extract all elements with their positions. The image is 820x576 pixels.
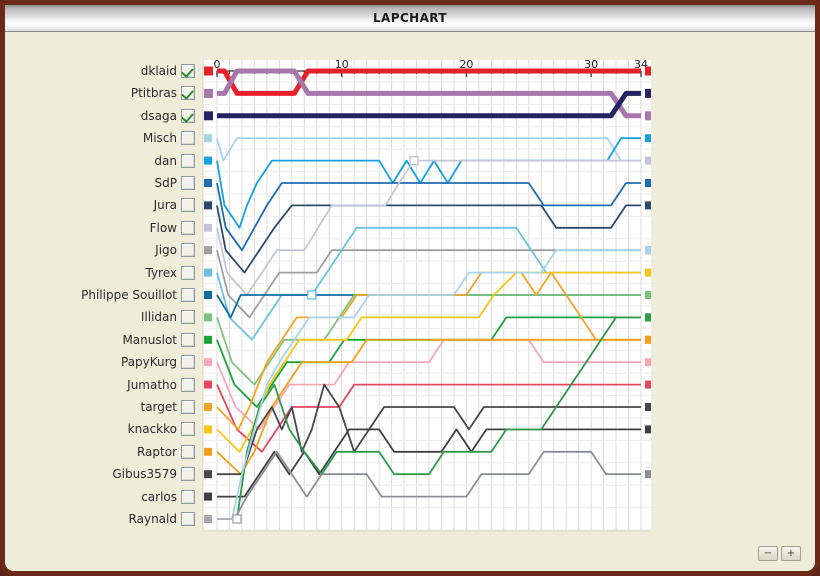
racer-label-papykurg: PapyKurg bbox=[121, 355, 177, 370]
racer-label-ptitbras: Ptitbras bbox=[130, 86, 177, 101]
racer-label-dklaid: dklaid bbox=[140, 64, 177, 78]
racer-checkbox-knackko[interactable] bbox=[181, 422, 195, 437]
start-marker bbox=[204, 515, 212, 523]
start-marker bbox=[204, 156, 212, 165]
racer-label-jigo: Jigo bbox=[155, 243, 177, 258]
start-marker bbox=[204, 291, 212, 299]
end-marker bbox=[645, 66, 651, 76]
racer-checkbox-dan[interactable] bbox=[181, 153, 195, 168]
racer-checkbox-jumatho[interactable] bbox=[181, 377, 195, 392]
end-marker bbox=[645, 268, 651, 277]
end-marker bbox=[645, 291, 651, 299]
racer-label-column: dklaid Ptitbras dsaga Misch dan SdP Jura Flow Ji… bbox=[5, 32, 195, 532]
racer-checkbox-target[interactable] bbox=[181, 400, 195, 414]
start-marker bbox=[204, 66, 213, 76]
start-marker bbox=[204, 201, 212, 210]
racer-label-knackko: knackko bbox=[127, 422, 177, 437]
racer-checkbox-carlos[interactable] bbox=[181, 489, 195, 504]
end-marker bbox=[645, 179, 651, 187]
racer-label-illidan: Illidan bbox=[140, 310, 177, 325]
end-marker bbox=[645, 156, 651, 165]
start-marker bbox=[204, 470, 212, 479]
start-marker bbox=[204, 358, 212, 367]
racer-checkbox-raptor[interactable] bbox=[181, 444, 195, 459]
lapchart: dklaid Ptitbras dsaga Misch dan SdP Jura Flow Ji… bbox=[5, 32, 815, 571]
start-marker bbox=[204, 268, 212, 277]
racer-checkbox-manuslot[interactable] bbox=[181, 332, 195, 347]
racer-label-philippe-souillot: Philippe Souillot bbox=[81, 288, 177, 302]
title-bar: LAPCHART bbox=[5, 5, 815, 32]
racer-label-manuslot: Manuslot bbox=[122, 332, 177, 347]
racer-checkbox-illidan[interactable] bbox=[181, 310, 195, 325]
retirement-marker bbox=[307, 290, 317, 300]
end-marker bbox=[645, 403, 651, 411]
racer-label-raynald: Raynald bbox=[128, 512, 177, 526]
racer-label-dsaga: dsaga bbox=[140, 108, 177, 123]
plot-area: 0 10 20 30 34 bbox=[201, 60, 651, 550]
racer-checkbox-jura[interactable] bbox=[181, 198, 195, 213]
racer-checkbox-dklaid[interactable] bbox=[181, 64, 195, 78]
start-marker bbox=[204, 246, 212, 255]
racer-checkbox-raynald[interactable] bbox=[181, 512, 195, 526]
start-marker bbox=[204, 179, 212, 187]
window-title: LAPCHART bbox=[373, 11, 447, 25]
racer-label-gibus3579: Gibus3579 bbox=[112, 467, 177, 482]
racer-checkbox-misch[interactable] bbox=[181, 131, 195, 146]
racer-checkbox-gibus3579[interactable] bbox=[181, 467, 195, 482]
start-marker bbox=[204, 492, 212, 501]
racer-label-carlos: carlos bbox=[141, 489, 177, 504]
end-marker bbox=[645, 111, 651, 121]
end-marker bbox=[645, 201, 651, 210]
racer-label-tyrex: Tyrex bbox=[145, 265, 177, 280]
end-marker bbox=[645, 134, 651, 143]
end-marker bbox=[645, 470, 651, 479]
start-marker bbox=[204, 88, 213, 98]
end-marker bbox=[645, 380, 651, 389]
racer-label-target: target bbox=[140, 400, 178, 414]
start-marker bbox=[204, 403, 212, 411]
retirement-marker bbox=[409, 155, 419, 166]
end-marker bbox=[645, 88, 651, 98]
start-marker bbox=[204, 425, 212, 434]
racer-label-misch: Misch bbox=[142, 131, 177, 146]
zoom-in-button[interactable]: + bbox=[781, 546, 801, 561]
lapchart-svg: 0 10 20 30 34 bbox=[202, 60, 651, 532]
start-marker bbox=[204, 134, 212, 143]
racer-checkbox-flow[interactable] bbox=[181, 220, 195, 235]
start-marker bbox=[204, 313, 212, 322]
start-marker bbox=[204, 380, 212, 389]
end-marker bbox=[645, 358, 651, 367]
start-marker bbox=[204, 111, 213, 121]
racer-checkbox-ptitbras[interactable] bbox=[181, 86, 195, 101]
racer-label-dan: dan bbox=[154, 153, 177, 168]
racer-checkbox-papykurg[interactable] bbox=[181, 355, 195, 370]
window-client-area: dklaid Ptitbras dsaga Misch dan SdP Jura Flow Ji… bbox=[5, 32, 815, 571]
start-marker bbox=[204, 447, 212, 456]
racer-label-sdp: SdP bbox=[154, 176, 177, 190]
end-marker bbox=[645, 313, 651, 322]
end-marker bbox=[645, 246, 651, 255]
racer-checkbox-sdp[interactable] bbox=[181, 176, 195, 190]
start-marker bbox=[204, 223, 212, 232]
end-marker bbox=[645, 425, 651, 434]
zoom-controls: − + bbox=[758, 546, 801, 561]
racer-label-flow: Flow bbox=[149, 220, 177, 235]
zoom-out-button[interactable]: − bbox=[758, 546, 778, 561]
start-marker bbox=[204, 335, 212, 344]
racer-checkbox-philippe-souillot[interactable] bbox=[181, 288, 195, 302]
racer-label-jura: Jura bbox=[153, 198, 177, 213]
racer-checkbox-jigo[interactable] bbox=[181, 243, 195, 258]
window-frame: LAPCHART dklaid Ptitbras dsaga Misch dan SdP J… bbox=[0, 0, 820, 576]
retirement-marker bbox=[232, 514, 242, 524]
racer-checkbox-tyrex[interactable] bbox=[181, 265, 195, 280]
end-marker bbox=[645, 335, 651, 344]
racer-label-jumatho: Jumatho bbox=[127, 377, 177, 392]
racer-label-raptor: Raptor bbox=[136, 444, 177, 459]
racer-checkbox-dsaga[interactable] bbox=[181, 108, 195, 123]
